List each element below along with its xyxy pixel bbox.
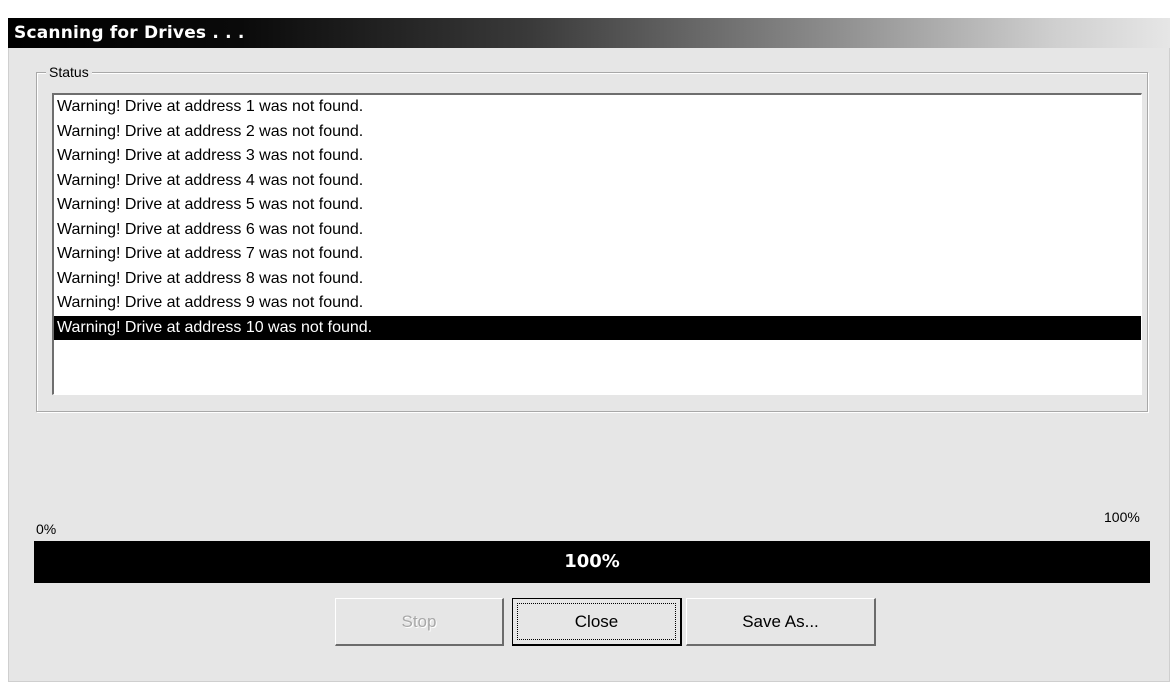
list-item[interactable]: Warning! Drive at address 2 was not foun… [54,120,1141,145]
save-as-button[interactable]: Save As... [686,598,876,646]
list-item[interactable]: Warning! Drive at address 5 was not foun… [54,193,1141,218]
progress-value-label: 100% [564,551,620,572]
stop-button[interactable]: Stop [335,598,504,646]
progress-min-label: 0% [36,521,57,537]
list-item[interactable]: Warning! Drive at address 7 was not foun… [54,242,1141,267]
progress-max-label: 100% [1104,509,1140,525]
list-item[interactable]: Warning! Drive at address 6 was not foun… [54,218,1141,243]
focus-ring [517,603,676,640]
list-item[interactable]: Warning! Drive at address 3 was not foun… [54,144,1141,169]
list-item[interactable]: Warning! Drive at address 8 was not foun… [54,267,1141,292]
list-item[interactable]: Warning! Drive at address 9 was not foun… [54,291,1141,316]
status-list[interactable]: Warning! Drive at address 1 was not foun… [52,93,1142,395]
status-group-label: Status [46,63,92,81]
list-item[interactable]: Warning! Drive at address 1 was not foun… [54,95,1141,120]
close-button[interactable]: Close [512,598,682,646]
title-bar[interactable]: Scanning for Drives . . . [8,18,1170,48]
list-item[interactable]: Warning! Drive at address 4 was not foun… [54,169,1141,194]
list-item-selected[interactable]: Warning! Drive at address 10 was not fou… [54,315,1141,340]
progress-bar: 100% [34,541,1150,583]
window-title: Scanning for Drives . . . [14,23,245,43]
